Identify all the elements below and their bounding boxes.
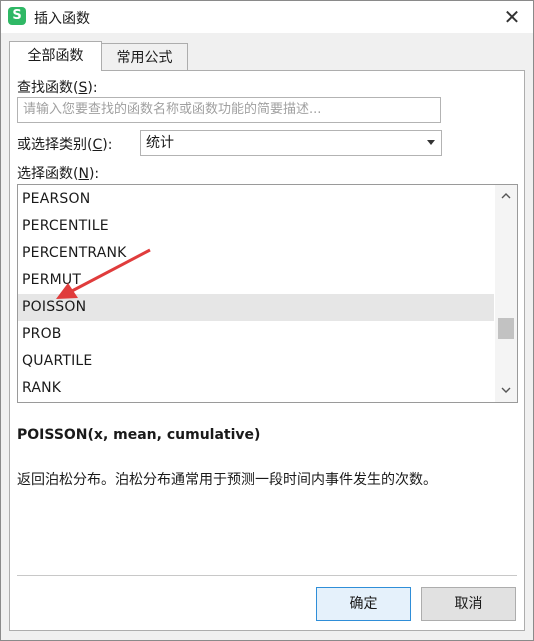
category-label: 或选择类别(C): — [17, 137, 113, 153]
scroll-down-icon[interactable] — [500, 384, 512, 396]
ok-button[interactable]: 确定 — [316, 587, 411, 621]
category-selected-value: 统计 — [146, 135, 174, 151]
list-item[interactable]: RANK — [18, 375, 494, 402]
tab-all-functions[interactable]: 全部函数 — [9, 41, 102, 71]
list-item[interactable]: PERCENTILE — [18, 213, 494, 240]
title-bar: S 插入函数 ✕ — [1, 1, 533, 33]
list-item[interactable]: PERMUT — [18, 267, 494, 294]
category-select[interactable]: 统计 — [140, 130, 442, 156]
tab-common-formulas[interactable]: 常用公式 — [102, 43, 188, 71]
list-item[interactable]: PEARSON — [18, 186, 494, 213]
function-list[interactable]: PEARSON PERCENTILE PERCENTRANK PERMUT PO… — [17, 184, 518, 403]
list-item-selected[interactable]: POISSON — [18, 294, 494, 321]
function-signature: POISSON(x, mean, cumulative) — [17, 427, 261, 443]
search-input[interactable]: 请输入您要查找的函数名称或函数功能的简要描述... — [17, 97, 441, 123]
list-item[interactable]: PERCENTRANK — [18, 240, 494, 267]
scrollbar-thumb[interactable] — [498, 318, 514, 339]
wps-app-icon: S — [8, 7, 26, 25]
divider — [17, 575, 517, 576]
insert-function-dialog: S 插入函数 ✕ 全部函数 常用公式 查找函数(S): 请输入您要查找的函数名称… — [0, 0, 534, 641]
list-item[interactable]: QUARTILE — [18, 348, 494, 375]
cancel-button[interactable]: 取消 — [421, 587, 516, 621]
search-label: 查找函数(S): — [17, 80, 98, 96]
function-list-label: 选择函数(N): — [17, 166, 100, 182]
chevron-down-icon — [427, 140, 435, 145]
dialog-title: 插入函数 — [34, 11, 90, 27]
function-description: 返回泊松分布。泊松分布通常用于预测一段时间内事件发生的次数。 — [17, 472, 437, 488]
scroll-up-icon[interactable] — [500, 190, 512, 202]
close-icon[interactable]: ✕ — [497, 4, 527, 30]
list-item[interactable]: PROB — [18, 321, 494, 348]
list-scrollbar[interactable] — [495, 185, 517, 402]
